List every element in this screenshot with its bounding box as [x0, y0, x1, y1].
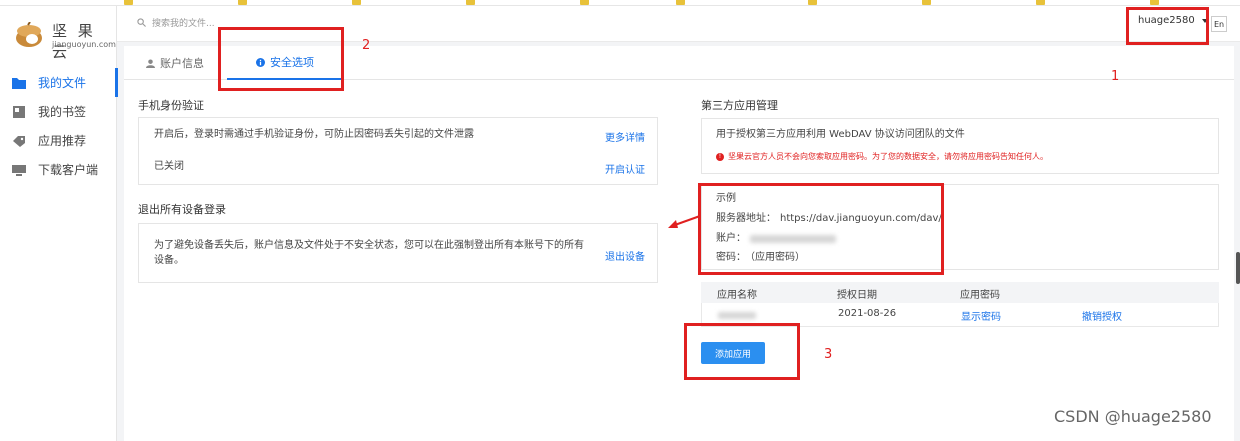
phone-verify-title: 手机身份验证 [138, 99, 204, 112]
app-name-blurred [718, 312, 756, 319]
phone-verify-status: 已关闭 [154, 161, 184, 172]
sidebar-item-my-files[interactable]: 我的文件 [0, 68, 118, 97]
third-party-desc: 用于授权第三方应用利用 WebDAV 协议访问团队的文件 [716, 129, 965, 140]
warning-text: 坚果云官方人员不会向您索取应用密码。为了您的数据安全，请勿将应用密码告知任何人。 [728, 152, 1048, 161]
folder-icon [12, 77, 26, 89]
logo-url: jianguoyun.com [52, 40, 116, 49]
phone-verify-desc: 开启后，登录时需通过手机验证身份，可防止因密码丢失引起的文件泄露 [154, 129, 474, 140]
watermark: CSDN @huage2580 [1054, 407, 1212, 426]
annotation-box-example [698, 183, 944, 275]
col-app-password: 应用密码 [960, 290, 1000, 301]
nut-logo-icon [16, 22, 42, 47]
tag-icon [13, 135, 25, 147]
sidebar-item-label: 我的书签 [38, 105, 87, 119]
language-button[interactable]: En [1211, 16, 1227, 32]
bookmark-icon [13, 105, 25, 118]
sidebar-item-label: 我的文件 [38, 76, 87, 90]
third-party-desc-box: 用于授权第三方应用利用 WebDAV 协议访问团队的文件 ! 坚果云官方人员不会… [701, 118, 1219, 174]
col-app-name: 应用名称 [717, 290, 757, 301]
sidebar-item-label: 应用推荐 [38, 134, 87, 148]
revoke-link[interactable]: 撤销授权 [1082, 308, 1122, 323]
annotation-number-1: 1 [1111, 69, 1120, 84]
scrollbar-thumb[interactable] [1236, 252, 1240, 284]
sidebar-item-bookmarks[interactable]: 我的书签 [0, 97, 117, 126]
show-password-link[interactable]: 显示密码 [961, 308, 1001, 323]
logout-all-box: 为了避免设备丢失后，账户信息及文件处于不安全状态，您可以在此强制登出所有本账号下… [138, 223, 658, 283]
search-placeholder: 搜索我的文件... [152, 19, 215, 29]
annotation-box-3 [684, 323, 800, 380]
sidebar-item-download[interactable]: 下载客户端 [0, 155, 117, 184]
sidebar: 坚 果 云 jianguoyun.com 我的文件 我的书签 应用推荐 下载客户… [0, 6, 118, 441]
annotation-box-1 [1126, 7, 1209, 45]
auth-date: 2021-08-26 [838, 308, 897, 319]
warning-icon: ! [716, 152, 724, 161]
tab-label: 账户信息 [160, 57, 204, 70]
sidebar-nav: 我的文件 我的书签 应用推荐 下载客户端 [0, 68, 118, 184]
sidebar-item-apps[interactable]: 应用推荐 [0, 126, 117, 155]
annotation-number-2: 2 [362, 38, 371, 53]
logout-all-desc-line1: 为了避免设备丢失后，账户信息及文件处于不安全状态，您可以在此强制登出所有本账号下… [154, 240, 584, 251]
annotation-box-2 [218, 27, 344, 91]
sidebar-item-label: 下载客户端 [38, 163, 99, 177]
search-icon [137, 18, 146, 27]
annotation-arrow-icon [668, 215, 701, 228]
logo[interactable]: 坚 果 云 jianguoyun.com [12, 18, 116, 61]
third-party-title: 第三方应用管理 [701, 99, 778, 112]
app-table-header: 应用名称 授权日期 应用密码 [701, 282, 1219, 303]
user-icon [146, 58, 155, 68]
phone-verify-box: 开启后，登录时需通过手机验证身份，可防止因密码丢失引起的文件泄露 更多详情 已关… [138, 117, 658, 185]
main-panel: 账户信息 安全选项 手机身份验证 开启后，登录时需通过手机验证身份，可防止因密码… [124, 46, 1234, 441]
col-auth-date: 授权日期 [837, 290, 877, 301]
tab-account-info[interactable]: 账户信息 [146, 46, 204, 80]
more-details-link[interactable]: 更多详情 [605, 129, 645, 144]
annotation-number-3: 3 [824, 347, 833, 362]
monitor-icon [12, 164, 26, 176]
search-input[interactable]: 搜索我的文件... [137, 16, 215, 29]
enable-verify-link[interactable]: 开启认证 [605, 161, 645, 176]
logout-all-desc-line2: 设备。 [154, 255, 184, 266]
logout-all-title: 退出所有设备登录 [138, 203, 226, 216]
security-warning: ! 坚果云官方人员不会向您索取应用密码。为了您的数据安全，请勿将应用密码告知任何… [716, 151, 1048, 162]
logout-devices-link[interactable]: 退出设备 [605, 248, 645, 263]
